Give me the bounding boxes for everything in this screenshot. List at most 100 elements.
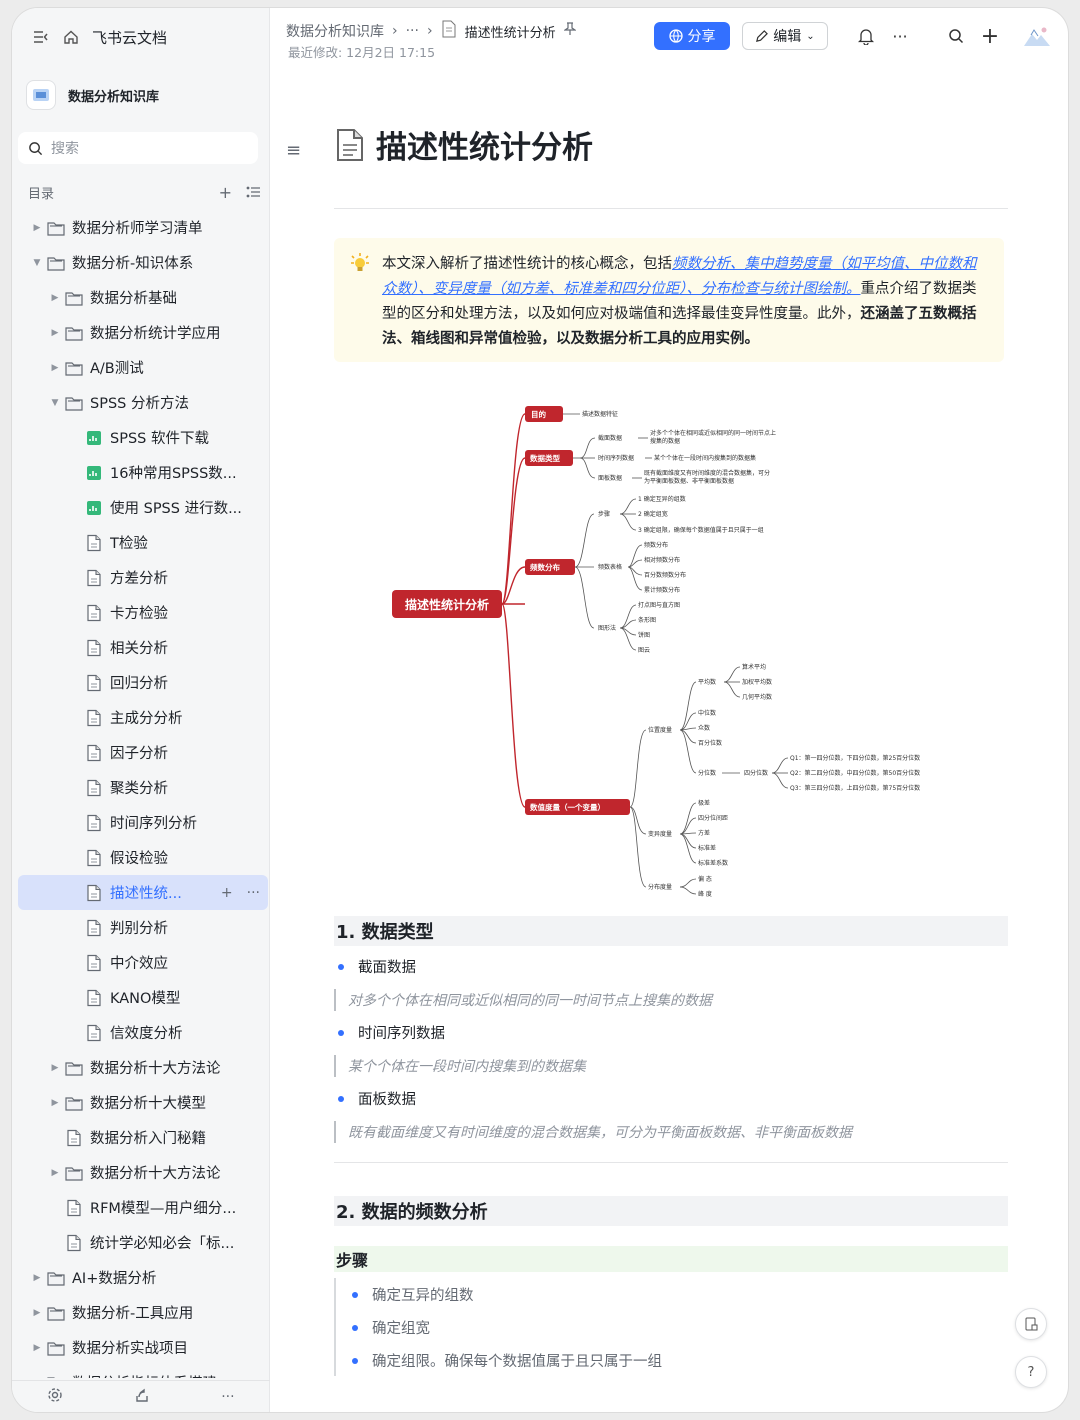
sidebar-item[interactable]: 中介效应 [18, 945, 268, 980]
mindmap-leaf: 面板数据 [598, 474, 622, 482]
list-settings-icon[interactable] [246, 183, 260, 202]
mindmap-leaf: 时间序列数据 [598, 454, 634, 462]
share-button[interactable]: 分享 [654, 22, 730, 50]
sidebar-item[interactable]: ▶ 数据分析统计学应用 [18, 315, 268, 350]
sidebar-item[interactable]: 描述性统... + ··· [18, 875, 268, 910]
more-icon[interactable]: ··· [247, 885, 260, 901]
light-bulb-icon [350, 252, 370, 283]
summary-text: 本文深入解析了描述性统计的核心概念，包括 [382, 256, 672, 272]
caret-right-icon[interactable]: ▶ [48, 328, 62, 338]
bullet-dot [352, 1324, 358, 1331]
home-icon[interactable] [62, 28, 80, 46]
sidebar-item[interactable]: SPSS 软件下载 [18, 420, 268, 455]
sidebar-item[interactable]: 数据分析入门秘籍 [18, 1120, 268, 1155]
sidebar-item-label: 数据分析十大方法论 [90, 1166, 221, 1182]
sidebar-item[interactable]: 统计学必知必会「标... [18, 1225, 268, 1260]
more-icon[interactable]: ··· [890, 26, 910, 46]
sidebar-item[interactable]: 使用 SPSS 进行数... [18, 490, 268, 525]
sidebar-item[interactable]: T检验 [18, 525, 268, 560]
bell-icon[interactable] [856, 26, 876, 46]
spreadsheet-icon [87, 500, 101, 515]
add-child-icon[interactable]: + [221, 885, 233, 901]
caret-down-icon[interactable]: ▼ [30, 258, 44, 268]
sidebar-item[interactable]: 卡方检验 [18, 595, 268, 630]
sidebar-item[interactable]: ▶ AI+数据分析 [18, 1260, 268, 1295]
globe-icon [668, 29, 683, 43]
avatar[interactable] [1022, 22, 1052, 50]
breadcrumb-root[interactable]: 数据分析知识库 [286, 21, 384, 41]
sidebar-item[interactable]: 假设检验 [18, 840, 268, 875]
caret-right-icon[interactable]: ▶ [48, 1063, 62, 1073]
space-logo-icon [26, 80, 56, 110]
add-icon[interactable]: + [980, 24, 1000, 49]
sidebar-item[interactable]: 16种常用SPSS数... [18, 455, 268, 490]
sidebar-item[interactable]: ▶ 数据分析基础 [18, 280, 268, 315]
outline-toggle-icon[interactable]: ≡ [286, 140, 301, 161]
sidebar-item[interactable]: 回归分析 [18, 665, 268, 700]
app-window: 飞书云文档 数据分析知识库 搜索 目录 + ▶ 数据分析师学习清单 ▼ 数据分析-知识… [12, 8, 1068, 1412]
help-icon[interactable]: ? [1015, 1356, 1047, 1388]
share-export-icon[interactable] [134, 1387, 150, 1407]
sidebar-item[interactable]: 聚类分析 [18, 770, 268, 805]
folder-icon [47, 1341, 65, 1356]
mindmap-leaf: 四分位间距 [698, 814, 728, 822]
mindmap-leaf: 图形法 [598, 624, 616, 632]
caret-right-icon[interactable]: ▶ [48, 293, 62, 303]
sidebar-item[interactable]: 时间序列分析 [18, 805, 268, 840]
edit-mode-button[interactable]: 编辑 ⌄ [742, 22, 828, 50]
sidebar-item[interactable]: 方差分析 [18, 560, 268, 595]
more-options-icon[interactable]: ··· [221, 1389, 234, 1405]
add-page-icon[interactable]: + [219, 183, 232, 202]
page-title-text: 描述性统计分析 [376, 130, 593, 166]
search-icon[interactable] [946, 26, 966, 46]
mindmap-leaf: 分位数 [698, 769, 716, 777]
sidebar-item[interactable]: KANO模型 [18, 980, 268, 1015]
knowledge-space[interactable]: 数据分析知识库 [26, 78, 256, 112]
caret-right-icon[interactable]: ▶ [48, 1098, 62, 1108]
caret-right-icon[interactable]: ▶ [30, 1378, 44, 1379]
breadcrumb-ellipsis[interactable]: ··· [406, 23, 419, 39]
sidebar-search[interactable]: 搜索 [18, 132, 258, 164]
sidebar-item[interactable]: ▼ SPSS 分析方法 [18, 385, 268, 420]
breadcrumb-current[interactable]: 描述性统计分析 [465, 22, 556, 41]
caret-right-icon[interactable]: ▶ [30, 1273, 44, 1283]
doc-icon [67, 1199, 81, 1216]
sidebar-item-label: 使用 SPSS 进行数... [110, 501, 242, 517]
sidebar-item[interactable]: ▼ 数据分析-知识体系 [18, 245, 268, 280]
sidebar-item[interactable]: RFM模型—用户细分... [18, 1190, 268, 1225]
sidebar-item[interactable]: 相关分析 [18, 630, 268, 665]
mindmap-leaf: 中位数 [698, 709, 716, 717]
sidebar-topbar: 飞书云文档 [32, 26, 167, 48]
sidebar-item[interactable]: ▶ 数据分析十大方法论 [18, 1050, 268, 1085]
folder-icon [65, 396, 83, 411]
app-name[interactable]: 飞书云文档 [92, 27, 167, 48]
caret-right-icon[interactable]: ▶ [30, 1308, 44, 1318]
caret-down-icon[interactable]: ▼ [48, 398, 62, 408]
sidebar-item[interactable]: ▶ A/B测试 [18, 350, 268, 385]
sidebar-item[interactable]: ▶ 数据分析师学习清单 [18, 210, 268, 245]
pin-icon[interactable] [562, 22, 577, 40]
sidebar-item[interactable]: 信效度分析 [18, 1015, 268, 1050]
sidebar-item[interactable]: ▶ 数据分析指标体系搭建 [18, 1365, 268, 1378]
mindmap-leaf: 某个个体在一段时间内搜集到的数据集 [654, 454, 756, 462]
list-item-label: 确定组限。确保每个数据值属于且只属于一组 [372, 1354, 662, 1370]
mindmap-leaf: 众数 [698, 724, 710, 732]
caret-right-icon[interactable]: ▶ [30, 1343, 44, 1353]
sidebar-item[interactable]: ▶ 数据分析十大模型 [18, 1085, 268, 1120]
doc-info-icon[interactable] [1015, 1308, 1047, 1340]
mindmap-leaf: Q3：第三四分位数，上四分位数，第75百分位数 [790, 784, 920, 792]
settings-gear-icon[interactable] [47, 1387, 63, 1407]
collapse-sidebar-icon[interactable] [32, 28, 50, 46]
sidebar-item[interactable]: 判别分析 [18, 910, 268, 945]
doc-icon [87, 779, 101, 796]
caret-right-icon[interactable]: ▶ [48, 1168, 62, 1178]
caret-right-icon[interactable]: ▶ [30, 223, 44, 233]
sidebar-item[interactable]: ▶ 数据分析十大方法论 [18, 1155, 268, 1190]
folder-icon [65, 1061, 83, 1076]
caret-right-icon[interactable]: ▶ [48, 363, 62, 373]
sidebar-item[interactable]: 主成分分析 [18, 700, 268, 735]
mindmap-leaf: 为平衡面板数据、非平衡面板数据 [644, 477, 734, 485]
sidebar-item[interactable]: ▶ 数据分析-工具应用 [18, 1295, 268, 1330]
sidebar-item[interactable]: ▶ 数据分析实战项目 [18, 1330, 268, 1365]
sidebar-item[interactable]: 因子分析 [18, 735, 268, 770]
